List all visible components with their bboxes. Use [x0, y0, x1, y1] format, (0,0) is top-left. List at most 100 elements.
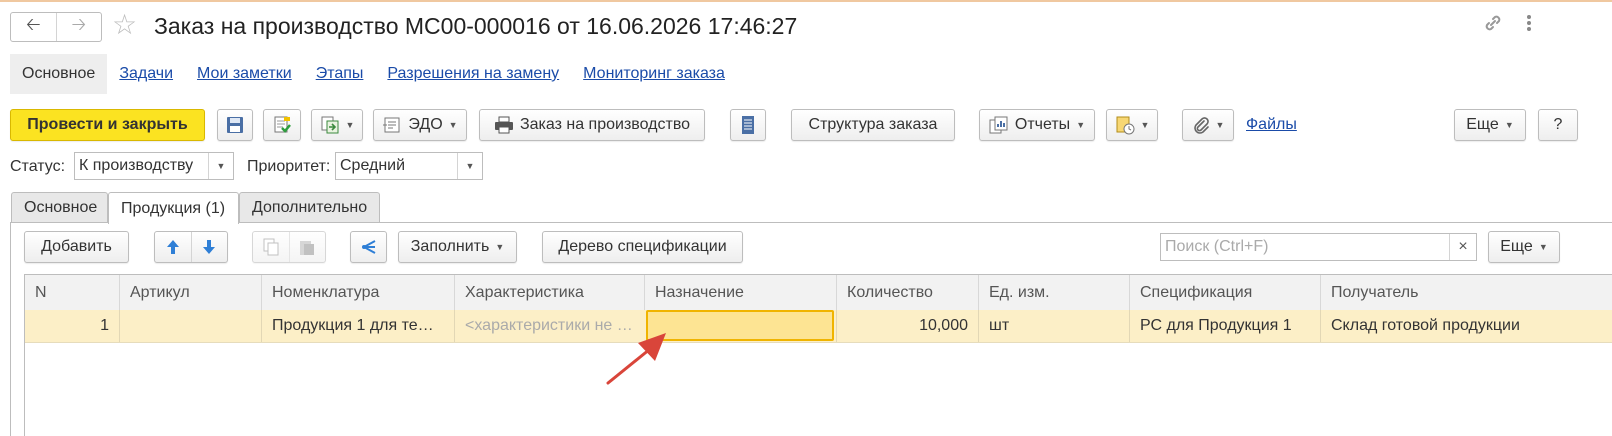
status-select[interactable]: К производству ▼ — [74, 152, 234, 180]
favorite-star-icon[interactable]: ☆ — [112, 10, 137, 40]
column-header-specification[interactable]: Спецификация — [1129, 275, 1320, 310]
edo-label: ЭДО — [408, 116, 443, 133]
chevron-down-icon: ▼ — [1504, 120, 1514, 130]
reports-icon — [989, 116, 1009, 134]
status-value: К производству — [79, 157, 194, 174]
printer-icon — [494, 116, 514, 134]
tree-branch-icon — [360, 238, 378, 256]
chevron-down-icon: ▼ — [1076, 120, 1086, 130]
edo-button[interactable]: ЭДО ▼ — [373, 109, 467, 141]
table-row[interactable]: 1 Продукция 1 для те… <характеристики не… — [25, 310, 1612, 343]
form-navigation: Основное Задачи Мои заметки Этапы Разреш… — [10, 54, 737, 94]
priority-label: Приоритет: — [247, 158, 331, 175]
help-button[interactable]: ? — [1538, 109, 1578, 141]
form-tab-stages[interactable]: Этапы — [304, 54, 376, 94]
spec-tree-button[interactable]: Дерево спецификации — [542, 231, 743, 263]
fill-button[interactable]: Заполнить ▼ — [398, 231, 517, 263]
table-header: N Артикул Номенклатура Характеристика На… — [25, 275, 1612, 311]
search-placeholder: Поиск (Ctrl+F) — [1165, 238, 1269, 255]
spec-tree-label: Дерево спецификации — [558, 238, 727, 255]
clear-search-icon[interactable]: × — [1449, 234, 1476, 260]
chevron-down-icon: ▼ — [345, 120, 355, 130]
copy-paste-buttons — [252, 231, 326, 263]
chevron-down-icon: ▼ — [1215, 120, 1225, 130]
page-title: Заказ на производство МС00-000016 от 16.… — [154, 13, 798, 39]
tab-products[interactable]: Продукция (1) — [108, 192, 239, 224]
cell-article[interactable] — [119, 310, 261, 342]
help-label: ? — [1553, 116, 1563, 133]
post-and-close-button[interactable]: Провести и закрыть — [10, 109, 205, 141]
form-tab-main[interactable]: Основное — [10, 54, 108, 94]
list-icon — [741, 115, 755, 135]
related-documents-button[interactable]: ▼ — [1106, 109, 1158, 141]
move-up-icon[interactable] — [155, 232, 192, 262]
order-structure-button[interactable]: Структура заказа — [791, 109, 955, 141]
form-tab-replacement-permissions[interactable]: Разрешения на замену — [375, 54, 571, 94]
chevron-down-icon[interactable]: ▼ — [457, 153, 482, 179]
edo-icon — [382, 116, 402, 134]
document-list-button[interactable] — [730, 109, 766, 141]
copy-icon[interactable] — [253, 232, 290, 262]
table-more-label: Еще — [1500, 238, 1533, 255]
forward-icon[interactable]: 🡢 — [55, 13, 102, 41]
attachments-button[interactable]: ▼ — [1182, 109, 1234, 141]
more-label: Еще — [1466, 116, 1499, 133]
form-tab-order-monitoring[interactable]: Мониторинг заказа — [571, 54, 737, 94]
chevron-down-icon: ▼ — [448, 120, 458, 130]
column-header-purpose[interactable]: Назначение — [644, 275, 836, 310]
fill-label: Заполнить — [410, 238, 490, 255]
add-row-button[interactable]: Добавить — [24, 231, 129, 263]
paste-icon[interactable] — [290, 232, 326, 262]
priority-value: Средний — [340, 157, 406, 174]
reports-label: Отчеты — [1014, 116, 1071, 133]
chevron-down-icon: ▼ — [1538, 242, 1548, 252]
cell-unit[interactable]: шт — [978, 310, 1129, 342]
print-order-label: Заказ на производство — [519, 116, 691, 133]
move-down-icon[interactable] — [192, 232, 228, 262]
paperclip-icon — [1192, 116, 1210, 134]
tab-additional[interactable]: Дополнительно — [239, 192, 380, 223]
order-structure-label: Структура заказа — [808, 116, 938, 133]
priority-select[interactable]: Средний ▼ — [335, 152, 483, 180]
column-header-unit[interactable]: Ед. изм. — [978, 275, 1129, 310]
spec-select-button[interactable] — [350, 231, 387, 263]
form-tab-notes[interactable]: Мои заметки — [185, 54, 304, 94]
column-header-recipient[interactable]: Получатель — [1320, 275, 1612, 310]
post-and-close-label: Провести и закрыть — [27, 116, 188, 133]
tab-main[interactable]: Основное — [11, 192, 108, 223]
cell-recipient[interactable]: Склад готовой продукции — [1320, 310, 1612, 342]
cell-nomenclature[interactable]: Продукция 1 для те… — [261, 310, 454, 342]
cell-specification[interactable]: РС для Продукция 1 — [1129, 310, 1320, 342]
annotation-arrow-icon — [606, 333, 666, 385]
search-input[interactable]: Поиск (Ctrl+F) × — [1160, 233, 1477, 261]
reports-button[interactable]: Отчеты ▼ — [979, 109, 1095, 141]
more-button[interactable]: Еще ▼ — [1454, 109, 1526, 141]
column-header-quantity[interactable]: Количество — [836, 275, 978, 310]
save-icon — [226, 116, 244, 134]
save-button[interactable] — [217, 109, 253, 141]
column-header-article[interactable]: Артикул — [119, 275, 261, 310]
create-based-on-icon — [320, 115, 340, 135]
kebab-menu-icon[interactable] — [1524, 12, 1534, 40]
chevron-down-icon: ▼ — [1140, 120, 1150, 130]
add-label: Добавить — [41, 238, 112, 255]
create-based-on-button[interactable]: ▼ — [311, 109, 363, 141]
post-document-icon — [272, 115, 292, 135]
form-tab-tasks[interactable]: Задачи — [107, 54, 185, 94]
cell-n[interactable]: 1 — [25, 310, 119, 342]
column-header-n[interactable]: N — [25, 275, 119, 310]
table-more-button[interactable]: Еще ▼ — [1488, 231, 1560, 263]
move-buttons — [154, 231, 228, 263]
column-header-characteristic[interactable]: Характеристика — [454, 275, 644, 310]
cell-quantity[interactable]: 10,000 — [836, 310, 978, 342]
post-button[interactable] — [263, 109, 301, 141]
link-icon[interactable] — [1482, 12, 1504, 40]
products-table: N Артикул Номенклатура Характеристика На… — [24, 274, 1612, 436]
files-link[interactable]: Файлы — [1246, 116, 1297, 134]
chevron-down-icon[interactable]: ▼ — [208, 153, 233, 179]
window-top-border — [0, 0, 1612, 2]
chevron-down-icon: ▼ — [495, 242, 505, 252]
column-header-nomenclature[interactable]: Номенклатура — [261, 275, 454, 310]
print-order-button[interactable]: Заказ на производство — [479, 109, 705, 141]
back-icon[interactable]: 🡠 — [11, 13, 56, 41]
